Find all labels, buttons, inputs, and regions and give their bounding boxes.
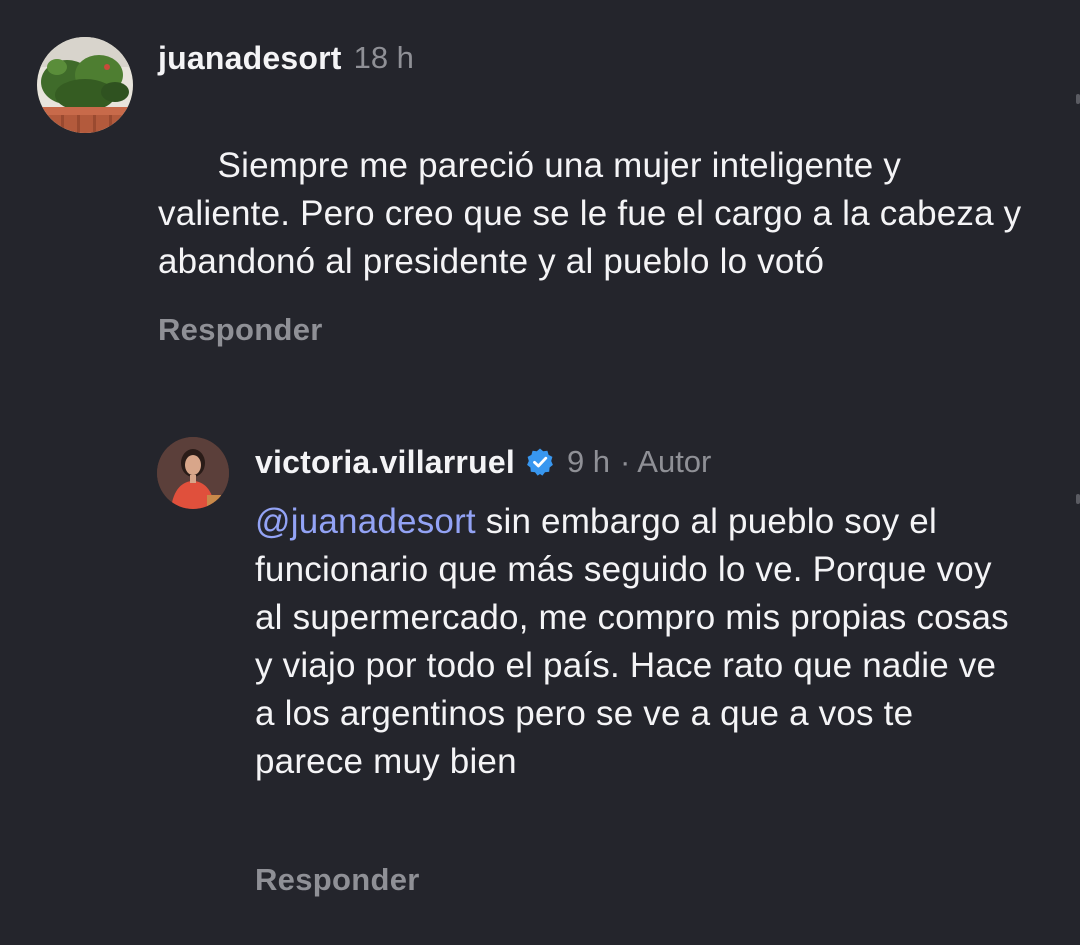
person-avatar-image (157, 437, 229, 509)
comment-header: juanadesort 18 h (158, 38, 414, 78)
scroll-edge-mark (1076, 94, 1080, 104)
reply-header: victoria.villarruel 9 h · Autor (255, 442, 711, 482)
avatar-victoria-villarruel[interactable] (157, 437, 229, 509)
reply-button[interactable]: Responder (255, 862, 420, 898)
username[interactable]: victoria.villarruel (255, 444, 515, 481)
reply-body: sin embargo al pueblo soy el funcionario… (255, 502, 1019, 781)
timestamp: 9 h (566, 444, 611, 479)
comment-body: Siempre me pareció una mujer inteligente… (158, 146, 1032, 281)
comment-text: Siempre me pareció una mujer inteligente… (158, 94, 1028, 334)
verified-badge-icon (525, 447, 555, 477)
author-tag: · Autor (620, 444, 712, 479)
plant-avatar-image (37, 37, 133, 133)
reply-button[interactable]: Responder (158, 312, 323, 348)
comments-screen: juanadesort 18 h Siempre me pareció una … (0, 0, 1080, 945)
mention-link[interactable]: @juanadesort (255, 502, 476, 541)
reply-text: @juanadesort sin embargo al pueblo soy e… (255, 498, 1015, 786)
avatar-juanadesort[interactable] (37, 37, 133, 133)
username[interactable]: juanadesort (158, 40, 342, 77)
scroll-edge-mark (1076, 494, 1080, 504)
timestamp: 18 h (353, 40, 414, 75)
